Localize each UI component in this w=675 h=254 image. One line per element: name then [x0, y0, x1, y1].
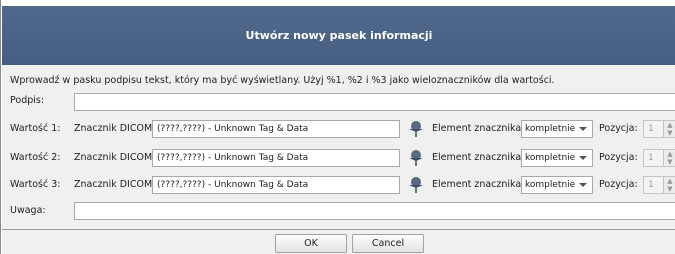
- dialog-window: Utwórz nowy pasek informacji Wprowadź w …: [0, 0, 675, 254]
- dicom-tag-label: Znacznik DICOM:: [74, 123, 156, 134]
- position-spinner[interactable]: 1 ▲ ▼: [643, 176, 675, 194]
- position-value: 1: [648, 180, 654, 190]
- tag-element-value: kompletnie: [525, 124, 576, 134]
- dialog-title: Utwórz nowy pasek informacji: [245, 29, 433, 42]
- tag-element-label: Element znacznika:: [432, 152, 525, 163]
- dicom-tag-input[interactable]: (????,????) - Unknown Tag & Data: [152, 120, 400, 138]
- spinner-arrows-icon[interactable]: ▲ ▼: [663, 121, 675, 137]
- position-value: 1: [648, 153, 654, 163]
- tag-element-select[interactable]: kompletnie: [521, 176, 593, 194]
- tag-element-select[interactable]: kompletnie: [521, 149, 593, 167]
- note-input[interactable]: [74, 202, 675, 220]
- caption-input[interactable]: [74, 93, 675, 111]
- position-label: Pozycja:: [599, 152, 638, 163]
- tag-element-label: Element znacznika:: [432, 179, 525, 190]
- dicom-tag-input[interactable]: (????,????) - Unknown Tag & Data: [152, 149, 400, 167]
- dialog-body: Wprowadź w pasku podpisu tekst, który ma…: [2, 65, 675, 254]
- pin-icon[interactable]: [408, 149, 424, 167]
- pin-icon[interactable]: [408, 176, 424, 194]
- cancel-button[interactable]: Cancel: [352, 234, 424, 253]
- tag-element-value: kompletnie: [525, 153, 576, 163]
- chevron-down-icon: [579, 127, 587, 131]
- note-label: Uwaga:: [10, 205, 46, 216]
- spinner-arrows-icon[interactable]: ▲ ▼: [663, 150, 675, 166]
- tag-element-label: Element znacznika:: [432, 123, 525, 134]
- ok-button[interactable]: OK: [275, 234, 347, 253]
- caption-label: Podpis:: [10, 95, 45, 106]
- chevron-down-icon: [579, 183, 587, 187]
- separator: [2, 229, 675, 230]
- pin-icon[interactable]: [408, 120, 424, 138]
- position-spinner[interactable]: 1 ▲ ▼: [643, 149, 675, 167]
- instruction-text: Wprowadź w pasku podpisu tekst, który ma…: [10, 75, 555, 86]
- position-value: 1: [648, 124, 654, 134]
- chevron-down-icon: [579, 156, 587, 160]
- tag-element-select[interactable]: kompletnie: [521, 120, 593, 138]
- dicom-tag-label: Znacznik DICOM:: [74, 152, 156, 163]
- position-label: Pozycja:: [599, 179, 638, 190]
- value-label: Wartość 3:: [10, 179, 61, 190]
- spinner-arrows-icon[interactable]: ▲ ▼: [663, 177, 675, 193]
- dialog-title-bar: Utwórz nowy pasek informacji: [2, 6, 675, 65]
- dicom-tag-label: Znacznik DICOM:: [74, 179, 156, 190]
- dicom-tag-input[interactable]: (????,????) - Unknown Tag & Data: [152, 176, 400, 194]
- tag-element-value: kompletnie: [525, 180, 576, 190]
- position-label: Pozycja:: [599, 123, 638, 134]
- value-label: Wartość 2:: [10, 152, 61, 163]
- value-label: Wartość 1:: [10, 123, 61, 134]
- position-spinner[interactable]: 1 ▲ ▼: [643, 120, 675, 138]
